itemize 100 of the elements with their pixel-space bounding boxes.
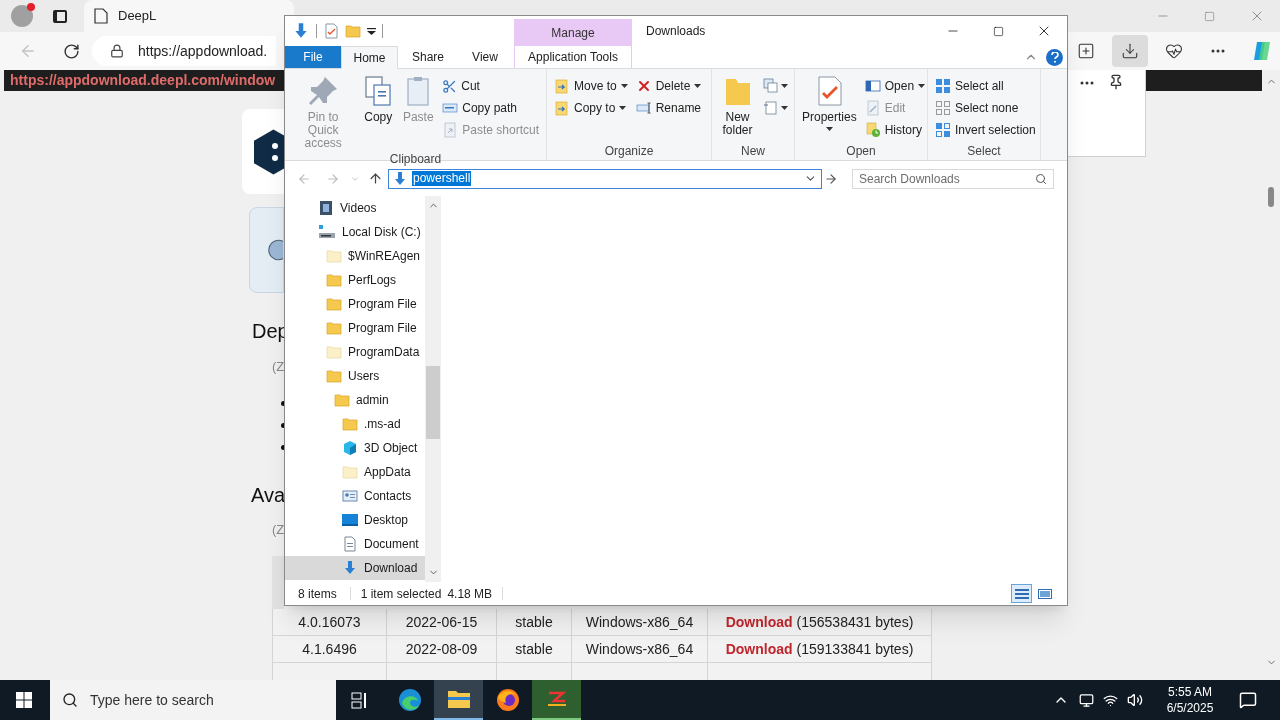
address-bar[interactable]: https://appdownload.	[92, 36, 276, 66]
tree-item[interactable]: Desktop	[285, 508, 425, 532]
ribbon-tab[interactable]: File	[285, 46, 341, 68]
new-folder-icon	[345, 23, 361, 39]
table-cell: 2022-08-09	[387, 636, 497, 662]
status-text: 1 item selected	[360, 585, 442, 603]
up-icon[interactable]	[368, 171, 383, 186]
history-icon	[864, 122, 881, 138]
tree-item[interactable]: ProgramData	[285, 340, 425, 364]
download-link[interactable]: Download	[725, 638, 793, 660]
taskbar-button[interactable]	[434, 680, 483, 720]
shortcut-icon	[442, 122, 459, 138]
table-cell: stable	[497, 609, 572, 635]
clock[interactable]: 5:55 AM 6/5/2025	[1155, 684, 1225, 716]
cube-icon	[342, 440, 358, 456]
refresh-icon[interactable]	[63, 42, 80, 60]
tree-item[interactable]: Contacts	[285, 484, 425, 508]
restore-icon	[1204, 10, 1215, 22]
tree-item[interactable]: Videos	[285, 196, 425, 220]
large-icons-icon	[1037, 587, 1052, 600]
scrollbar-thumb[interactable]	[426, 366, 440, 439]
tree-item[interactable]: PerfLogs	[285, 268, 425, 292]
windows-icon	[16, 692, 32, 708]
ribbon-button[interactable]: History	[861, 119, 929, 141]
note-text: (Z	[272, 358, 285, 376]
profile-icon[interactable]	[11, 5, 33, 27]
notification-icon[interactable]	[1239, 691, 1257, 709]
ribbon-button[interactable]: Copy to	[551, 97, 631, 119]
tree-item[interactable]: Users	[285, 364, 425, 388]
scrollbar-thumb[interactable]	[1268, 187, 1274, 207]
go-icon[interactable]	[824, 171, 838, 186]
ribbon-button[interactable]: Rename	[632, 97, 705, 119]
heart-pulse-icon	[1165, 42, 1183, 60]
drive-icon	[318, 224, 336, 240]
search-icon	[62, 692, 78, 708]
tab-actions-icon[interactable]	[53, 9, 67, 23]
edit-icon	[864, 100, 881, 116]
tree-item[interactable]: $WinREAgen	[285, 244, 425, 268]
contacts-icon	[342, 488, 358, 504]
folder-icon	[326, 368, 342, 384]
volume-icon[interactable]	[1127, 692, 1143, 708]
size-text: (156538431 bytes)	[796, 612, 914, 632]
page-icon	[94, 8, 108, 24]
tree-item[interactable]: AppData	[285, 460, 425, 484]
pin-icon[interactable]	[1108, 74, 1124, 90]
tree-item[interactable]: Download	[285, 556, 425, 580]
scrollbar[interactable]	[425, 196, 441, 582]
edge-icon	[397, 688, 422, 712]
caret-icon	[619, 106, 627, 110]
details-view-button[interactable]	[1011, 584, 1032, 603]
search-icon	[1035, 172, 1047, 185]
network-icon[interactable]	[1103, 692, 1118, 708]
ribbon-tab[interactable]: Share	[398, 46, 458, 68]
grid-icon	[935, 78, 951, 94]
folder-icon	[342, 464, 358, 480]
pin-icon	[307, 75, 340, 107]
ribbon-button[interactable]: Invert selection	[932, 119, 1039, 141]
window-title: Downloads	[645, 23, 707, 40]
tree-item[interactable]: Program File	[285, 292, 425, 316]
meet-icon[interactable]	[1079, 692, 1094, 708]
ribbon-button[interactable]: Select none	[932, 97, 1039, 119]
address-field[interactable]: powershell	[388, 168, 822, 189]
search-field[interactable]: Search Downloads	[852, 168, 1054, 189]
more-icon[interactable]	[1080, 81, 1094, 85]
ribbon-tab[interactable]: Application Tools	[514, 46, 632, 68]
film-icon	[318, 200, 334, 216]
new-item-icon	[763, 78, 779, 94]
document-icon	[342, 536, 358, 552]
download-icon	[392, 170, 408, 187]
tree-item[interactable]: .ms-ad	[285, 412, 425, 436]
caret-icon[interactable]	[367, 26, 376, 36]
copy-to-icon	[554, 100, 570, 116]
caret-icon	[825, 127, 833, 131]
group-label: Organize	[603, 143, 655, 160]
caret-icon	[620, 84, 628, 88]
download-link[interactable]: Download	[725, 611, 793, 633]
ribbon-tab[interactable]: Home	[341, 46, 398, 69]
caret-icon	[918, 84, 926, 88]
tree-item[interactable]: admin	[285, 388, 425, 412]
search-field[interactable]: Type here to search	[50, 680, 336, 720]
tree-item[interactable]: 3D Object	[285, 436, 425, 460]
ribbon-button[interactable]: Copy path	[439, 97, 542, 119]
help-icon[interactable]	[1046, 48, 1063, 66]
caret-icon	[781, 84, 788, 88]
more-icon	[1211, 49, 1225, 53]
caret-icon	[694, 84, 702, 88]
folder-icon	[326, 320, 342, 336]
ribbon-tab[interactable]: View	[458, 46, 512, 68]
properties-icon[interactable]	[323, 23, 339, 39]
tree-item[interactable]: Local Disk (C:)	[285, 220, 425, 244]
browser-tab[interactable]: DeepL	[84, 0, 294, 32]
tree-item[interactable]: Document	[285, 532, 425, 556]
scissors-icon	[442, 78, 458, 94]
collections-icon	[1077, 42, 1095, 60]
address-text: powershell	[412, 171, 472, 186]
heading: Ava	[251, 483, 286, 508]
tree-item[interactable]: Program File	[285, 316, 425, 340]
table-cell: 2022-06-15	[387, 609, 497, 635]
toolbar-button[interactable]	[1112, 35, 1148, 67]
window-icon	[864, 78, 881, 94]
